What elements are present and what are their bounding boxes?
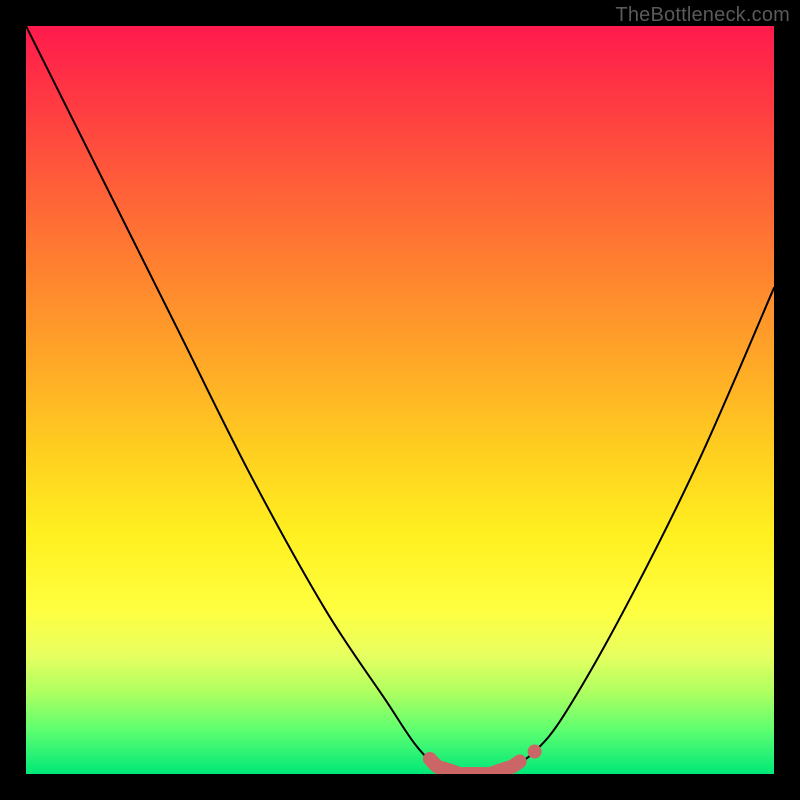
optimal-zone-path [430,759,520,774]
optimal-zone-end-dot [528,745,542,759]
plot-area [26,26,774,774]
watermark-text: TheBottleneck.com [615,4,790,27]
bottleneck-chart: TheBottleneck.com [0,0,800,800]
curve-svg [26,26,774,774]
bottleneck-curve-path [26,26,774,774]
